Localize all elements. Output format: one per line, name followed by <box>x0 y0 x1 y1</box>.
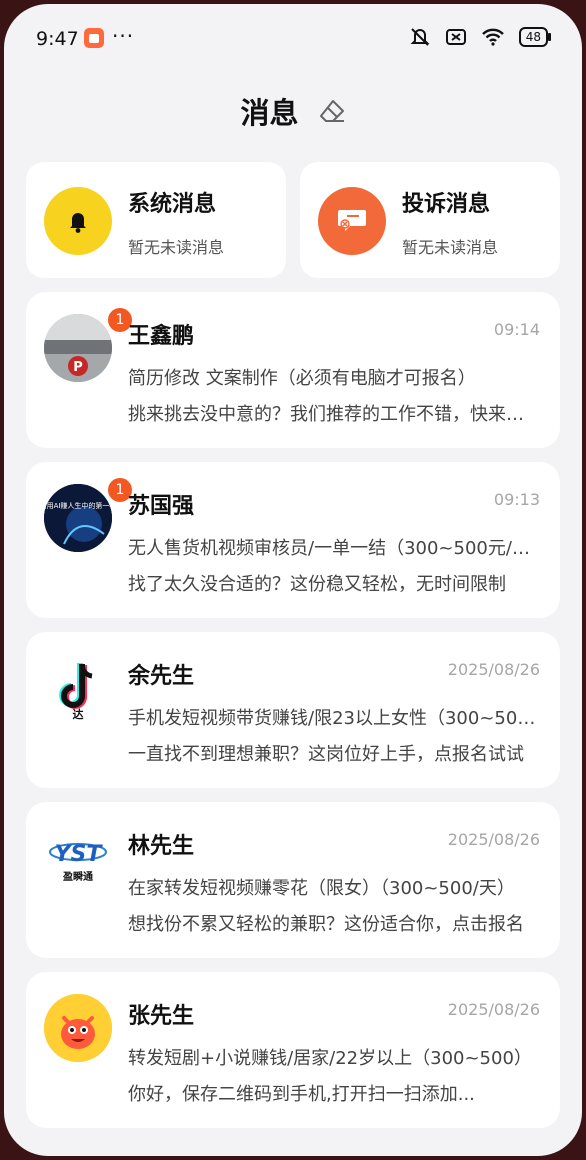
avatar-text: YST <box>55 842 104 867</box>
message-preview: 一直找不到理想兼职？这岗位好上手，点报名试试 <box>128 744 524 765</box>
message-time: 2025/08/26 <box>447 830 540 849</box>
avatar: 如何用AI赚人生中的第一桶金 <box>44 484 112 552</box>
message-time: 09:14 <box>493 320 540 339</box>
mute-icon <box>410 28 430 46</box>
avatar: P <box>44 314 112 382</box>
system-messages-subtitle: 暂无未读消息 <box>128 238 225 257</box>
bell-icon <box>44 187 112 255</box>
contact-name: 林先生 <box>128 834 195 859</box>
page-header: 消息 <box>4 90 582 132</box>
contact-name: 苏国强 <box>128 494 195 519</box>
contact-name: 王鑫鹏 <box>128 324 195 349</box>
message-time: 2025/08/26 <box>447 660 540 679</box>
avatar-text: 达 <box>73 707 84 721</box>
job-title-preview: 手机发短视频带货赚钱/限23以上女性（300~500） <box>128 708 540 729</box>
conversation-item[interactable]: 张先生 2025/08/26 转发短剧+小说赚钱/居家/22岁以上（300~50… <box>26 972 560 1128</box>
system-messages-title: 系统消息 <box>128 192 217 217</box>
eraser-icon[interactable] <box>318 98 346 124</box>
avatar: 达 <box>44 654 112 722</box>
complaint-messages-subtitle: 暂无未读消息 <box>402 238 499 257</box>
svg-text:P: P <box>73 360 83 375</box>
avatar <box>44 994 112 1062</box>
contact-name: 张先生 <box>128 1004 195 1029</box>
job-title-preview: 无人售货机视频审核员/一单一结（300~500元/天） <box>128 538 540 559</box>
avatar-text: 如何用AI赚人生中的第一桶金 <box>44 501 112 510</box>
page-title: 消息 <box>240 96 299 130</box>
complaint-icon <box>318 187 386 255</box>
system-messages-card[interactable]: 系统消息 暂无未读消息 <box>26 162 286 278</box>
message-time: 2025/08/26 <box>447 1000 540 1019</box>
conversation-item[interactable]: 如何用AI赚人生中的第一桶金 1 苏国强 09:13 无人售货机视频审核员/一单… <box>26 462 560 618</box>
message-preview: 挑来挑去没中意的？我们推荐的工作不错，快来看看 <box>128 404 540 425</box>
message-preview: 找了太久没合适的？这份稳又轻松，无时间限制 <box>128 574 506 595</box>
avatar-subtext: 盈瞬通 <box>62 870 93 883</box>
sim-off-icon <box>445 29 466 45</box>
conversation-item[interactable]: P 1 王鑫鹏 09:14 简历修改 文案制作（必须有电脑才可报名） 挑来挑去没… <box>26 292 560 448</box>
phone-screen: 9:47 ··· 48 消息 系统消息 暂无未读消息 投诉消息 暂无未读消息 P… <box>4 4 582 1156</box>
status-time: 9:47 <box>36 28 79 50</box>
job-title-preview: 在家转发短视频赚零花（限女）（300~500/天） <box>128 878 515 899</box>
status-bar: 9:47 ··· 48 <box>4 4 582 76</box>
message-time: 09:13 <box>493 490 540 509</box>
conversation-item[interactable]: 达 余先生 2025/08/26 手机发短视频带货赚钱/限23以上女性（300~… <box>26 632 560 788</box>
battery-icon: 48 <box>518 27 552 47</box>
job-title-preview: 简历修改 文案制作（必须有电脑才可报名） <box>128 368 476 389</box>
message-preview: 想找份不累又轻松的兼职？这份适合你，点击报名 <box>128 914 524 935</box>
job-title-preview: 转发短剧+小说赚钱/居家/22岁以上（300~500） <box>128 1048 532 1069</box>
contact-name: 余先生 <box>128 664 195 689</box>
more-notifications-indicator: ··· <box>112 24 135 48</box>
notification-app-icon <box>84 28 104 48</box>
complaint-messages-title: 投诉消息 <box>402 192 491 217</box>
avatar: YST 盈瞬通 <box>44 824 112 892</box>
wifi-icon <box>481 28 504 46</box>
message-preview: 你好，保存二维码到手机,打开扫一扫添加... <box>128 1084 475 1105</box>
conversation-item[interactable]: YST 盈瞬通 林先生 2025/08/26 在家转发短视频赚零花（限女）（30… <box>26 802 560 958</box>
complaint-messages-card[interactable]: 投诉消息 暂无未读消息 <box>300 162 560 278</box>
